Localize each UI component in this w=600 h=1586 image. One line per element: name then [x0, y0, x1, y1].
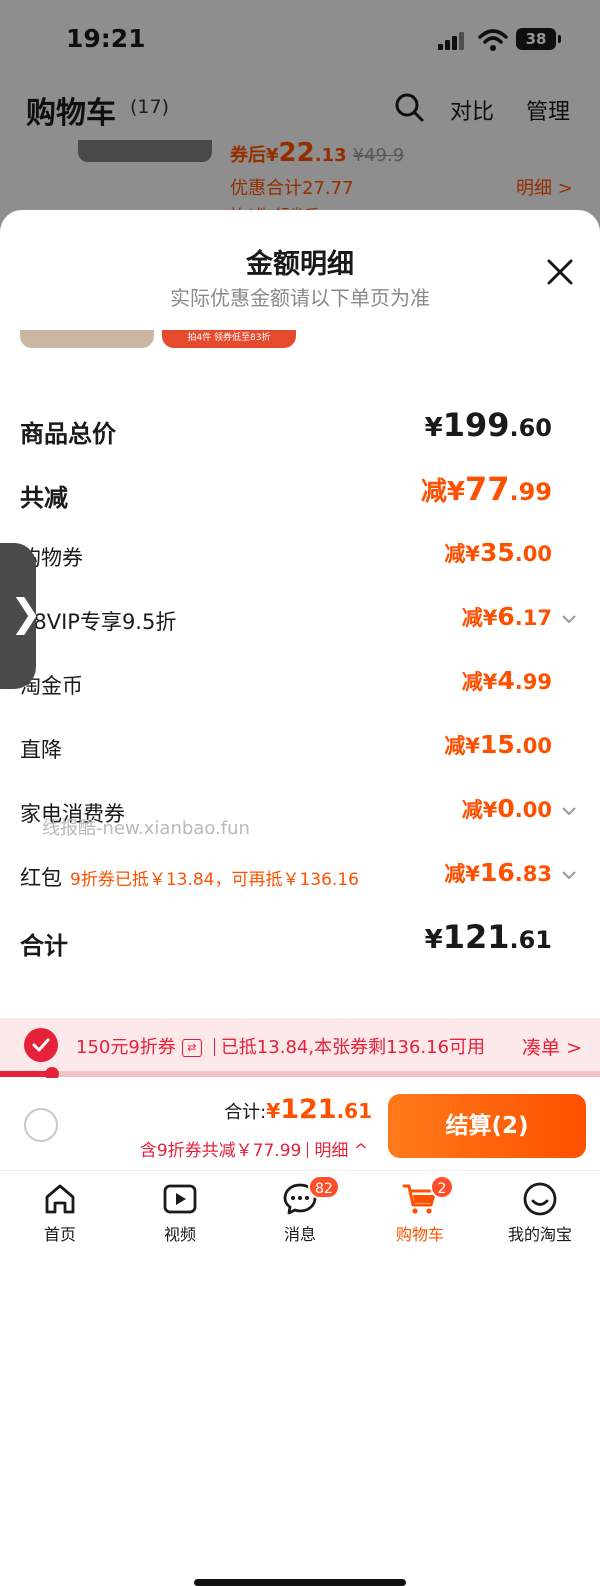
tab-profile[interactable]: 我的淘宝 [480, 1181, 600, 1251]
watermark: 线报酷-new.xianbao.fun [42, 818, 250, 839]
bottom-tab-bar: 首页 视频 消息 82 购物车 2 我的淘宝 [0, 1170, 600, 1586]
promo-banner-peek: 拍4件 领券低至83折 [162, 330, 296, 348]
coupon-progress-bar [0, 1067, 600, 1081]
home-indicator [194, 1579, 406, 1586]
video-icon [163, 1184, 197, 1214]
coupon-remaining: 已抵13.84,本张券剩136.16可用 [220, 1037, 486, 1058]
red-packet-note: 9折券已抵￥13.84，可再抵￥136.16 [70, 870, 359, 890]
amount-row-label: 红包 [20, 866, 62, 890]
coupon-progress-fill [0, 1071, 48, 1077]
message-badge: 82 [308, 1175, 340, 1199]
amount-row-label: 合计 [20, 932, 68, 960]
amount-row: 共减 减¥77.99 [20, 470, 580, 514]
product-image-peek [20, 330, 154, 348]
close-icon[interactable] [546, 258, 574, 286]
amount-row-value: ¥199.60 [424, 406, 552, 444]
amount-row: 商品总价 ¥199.60 [20, 406, 580, 450]
amount-row-value: 减¥4.99 [461, 666, 552, 695]
amount-row-value: ¥121.61 [424, 918, 552, 956]
coupon-strip[interactable]: 150元9折券 ⇄ 已抵13.84,本张券剩136.16可用 凑单 > [0, 1018, 600, 1072]
side-panel-handle[interactable]: ❯ [0, 543, 42, 689]
amount-row-value: 减¥0.00 [461, 794, 552, 823]
sheet-title: 金额明细 [246, 249, 354, 280]
amount-row-value: 减¥35.00 [444, 538, 552, 567]
settle-discount-summary: 含9折券共减￥77.99 明细 ^ [139, 1141, 368, 1161]
chevron-down-icon[interactable] [562, 614, 576, 624]
settle-detail-link[interactable]: 明细 ^ [314, 1141, 368, 1161]
amount-row-label: 直降 [20, 738, 62, 762]
amount-row-value: 减¥15.00 [444, 730, 552, 759]
divider [213, 1038, 215, 1056]
amount-row-value: 减¥77.99 [420, 470, 552, 508]
settle-bar: 合计:¥121.61 含9折券共减￥77.99 明细 ^ 结算(2) [0, 1078, 600, 1170]
amount-row-label: 商品总价 [20, 420, 116, 448]
amount-row-value: 减¥16.83 [444, 858, 552, 887]
tab-message[interactable]: 消息 82 [240, 1175, 360, 1251]
checkout-button[interactable]: 结算(2) [388, 1094, 586, 1158]
chevron-down-icon[interactable] [562, 870, 576, 880]
chevron-right-icon: ❯ [10, 591, 42, 635]
amount-row: 直降 减¥15.00 [20, 730, 580, 770]
coupon-name: 150元9折券 [76, 1037, 176, 1058]
amount-row: 淘金币 减¥4.99 [20, 666, 580, 706]
amount-row[interactable]: 88VIP专享9.5折 减¥6.17 [20, 602, 580, 642]
swap-icon[interactable]: ⇄ [181, 1039, 202, 1057]
profile-icon [523, 1182, 557, 1216]
select-all-radio[interactable] [24, 1108, 58, 1142]
amount-row-label: 共减 [20, 484, 68, 512]
cart-badge: 2 [430, 1175, 454, 1199]
amount-row[interactable]: 红包 9折券已抵￥13.84，可再抵￥136.16 减¥16.83 [20, 858, 580, 898]
tab-video[interactable]: 视频 [120, 1181, 240, 1251]
home-icon [45, 1184, 75, 1214]
amount-row-value: 减¥6.17 [461, 602, 552, 631]
chevron-down-icon[interactable] [562, 806, 576, 816]
amount-row-label: 88VIP专享9.5折 [20, 610, 177, 634]
amount-row: 合计 ¥121.61 [20, 918, 580, 962]
tab-cart[interactable]: 购物车 2 [360, 1175, 480, 1251]
tab-home[interactable]: 首页 [0, 1181, 120, 1251]
coupon-check-icon[interactable] [24, 1028, 58, 1062]
coupon-info: 150元9折券 ⇄ 已抵13.84,本张券剩136.16可用 [76, 1033, 485, 1059]
sheet-subtitle: 实际优惠金额请以下单页为准 [170, 286, 430, 310]
amount-row: 购物券 减¥35.00 [20, 538, 580, 578]
add-items-link[interactable]: 凑单 > [522, 1033, 582, 1060]
settle-total: 合计:¥121.61 [224, 1094, 372, 1125]
